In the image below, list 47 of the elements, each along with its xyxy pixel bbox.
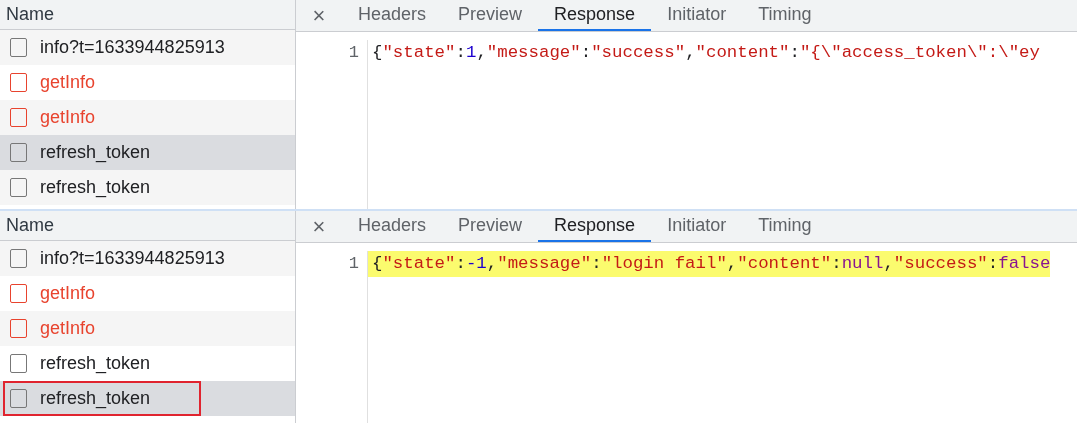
file-icon: [10, 143, 27, 162]
tab[interactable]: Initiator: [651, 211, 743, 242]
tab[interactable]: Preview: [442, 211, 539, 242]
line-number: 1: [348, 254, 359, 273]
file-icon: [10, 354, 27, 373]
request-name: getInfo: [40, 71, 96, 94]
file-icon: [10, 249, 27, 268]
request-row[interactable]: refresh_token: [0, 170, 295, 205]
file-icon: [10, 284, 27, 303]
request-row[interactable]: getInfo: [0, 100, 295, 135]
code-line: {"state":1,"message":"success","content":"{\"access_token\":\"ey: [371, 42, 1040, 64]
request-name: info?t=1633944825913: [40, 36, 225, 59]
request-name: getInfo: [40, 282, 96, 305]
tab[interactable]: Response: [538, 211, 652, 242]
request-name: refresh_token: [40, 352, 151, 376]
line-number: 1: [348, 43, 359, 62]
request-row[interactable]: refresh_token: [0, 135, 295, 170]
file-icon: [10, 178, 27, 197]
request-row[interactable]: info?t=1633944825913: [0, 30, 295, 65]
close-button[interactable]: ×: [296, 211, 342, 242]
tab[interactable]: Timing: [742, 0, 828, 31]
request-name: refresh_token: [40, 176, 151, 200]
request-row[interactable]: getInfo: [0, 65, 295, 100]
close-button[interactable]: ×: [296, 0, 342, 31]
tab[interactable]: Headers: [342, 211, 443, 242]
file-icon: [10, 319, 27, 338]
tab[interactable]: Timing: [742, 211, 828, 242]
column-header: Name: [0, 0, 295, 30]
file-icon: [10, 389, 27, 408]
request-name: getInfo: [40, 317, 96, 340]
tab[interactable]: Response: [538, 0, 652, 31]
file-icon: [10, 38, 27, 57]
request-row[interactable]: info?t=1633944825913: [0, 241, 295, 276]
request-row[interactable]: refresh_token: [0, 381, 295, 416]
request-name: info?t=1633944825913: [40, 247, 225, 270]
file-icon: [10, 73, 27, 92]
tab[interactable]: Initiator: [651, 0, 743, 31]
file-icon: [10, 108, 27, 127]
request-row[interactable]: getInfo: [0, 276, 295, 311]
request-name: getInfo: [40, 106, 96, 129]
request-name: refresh_token: [40, 141, 151, 165]
request-row[interactable]: refresh_token: [0, 346, 295, 381]
request-row[interactable]: getInfo: [0, 311, 295, 346]
tab[interactable]: Headers: [342, 0, 443, 31]
request-name: refresh_token: [40, 387, 151, 411]
tab[interactable]: Preview: [442, 0, 539, 31]
column-header: Name: [0, 211, 295, 241]
